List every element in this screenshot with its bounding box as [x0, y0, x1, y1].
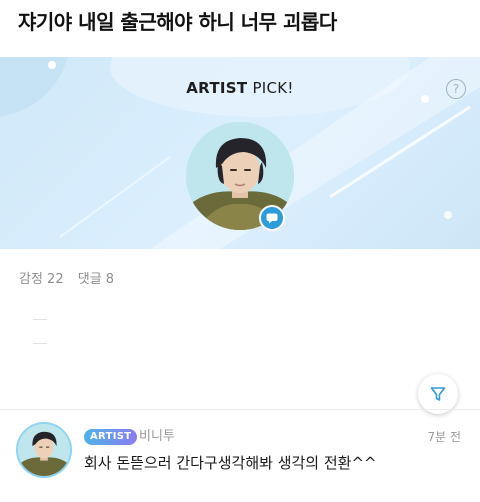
comment-text: 회사 돈뜯으러 간다구생각해봐 생각의 전환^^: [84, 454, 377, 472]
emotion-count[interactable]: 감정 22: [19, 272, 64, 287]
filter-button[interactable]: [418, 374, 458, 414]
artist-pick-title-rest: PICK!: [247, 79, 294, 97]
artist-pick-title: ARTIST PICK!: [0, 79, 480, 97]
comment-count[interactable]: 댓글 8: [78, 272, 114, 287]
comment-avatar[interactable]: [18, 424, 70, 476]
artist-pick-title-bold: ARTIST: [186, 79, 248, 97]
placeholder-dash: [33, 319, 47, 320]
chat-bubble-icon: [266, 213, 278, 223]
comment-divider: [0, 409, 480, 410]
help-button[interactable]: ?: [446, 79, 466, 99]
post-stats: 감정 22 댓글 8: [19, 268, 124, 287]
comment-author[interactable]: 비니투: [139, 429, 175, 445]
artist-badge: ARTIST: [84, 429, 138, 445]
question-circle-icon: ?: [452, 82, 460, 96]
comment-timestamp: 7분 전: [427, 430, 461, 444]
post-title: 쟈기야 내일 출근해야 하니 너무 괴롭다: [18, 10, 337, 34]
chat-badge: [259, 205, 285, 231]
funnel-icon: [430, 387, 446, 401]
comment-avatar-image: [18, 424, 70, 476]
placeholder-dash: [33, 343, 47, 344]
